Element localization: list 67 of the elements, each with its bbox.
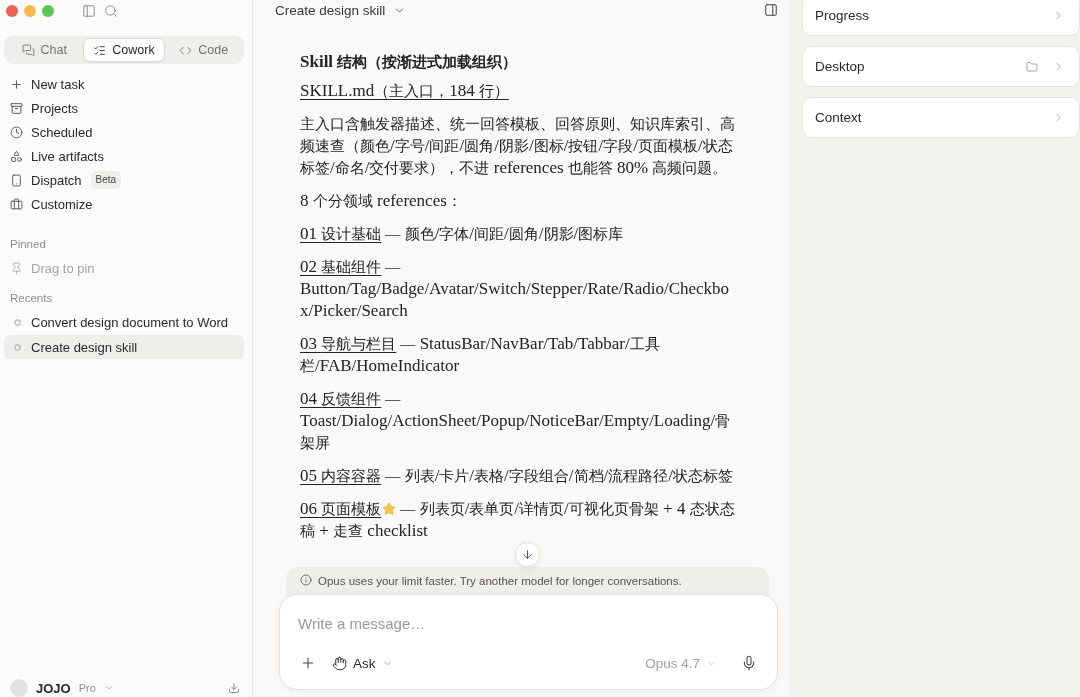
download-icon[interactable] — [228, 682, 240, 694]
nav-item[interactable]: Scheduled — [4, 120, 93, 144]
nav-item[interactable]: Projects — [4, 96, 78, 120]
reference-item: 05 内容容器 — 列表/卡片/表格/字段组合/简档/流程路径/状态标签 — [300, 465, 735, 487]
recent-task-item[interactable]: Create design skill — [4, 335, 244, 359]
account-name[interactable]: JOJO — [36, 680, 71, 696]
reference-link[interactable]: 05 内容容器 — [300, 467, 382, 484]
circle-icon — [14, 318, 21, 326]
microphone-icon — [741, 655, 757, 671]
plan-label: Pro — [78, 682, 96, 694]
reference-item: 01 设计基础 — 颜色/字体/间距/圆角/阴影/图标库 — [300, 223, 625, 245]
briefcase-icon — [10, 197, 23, 211]
arrow-down-icon — [521, 548, 534, 561]
reference-item: 02 基础组件 — Button/Tag/Badge/Avatar/Switch/Stepper/Rate/Radio/Checkbox/Picker/Search — [300, 256, 731, 322]
hand-icon — [332, 655, 347, 671]
section-label: Pinned — [9, 237, 47, 252]
reference-link[interactable]: 06 页面模板 — [300, 500, 397, 517]
scroll-down-button[interactable] — [515, 542, 540, 567]
plus-icon — [300, 655, 316, 671]
minimize-window-icon[interactable] — [24, 5, 36, 17]
pin-icon — [10, 261, 23, 275]
nav-item[interactable]: New task — [4, 72, 85, 96]
drag-to-pin-hint: Drag to pin — [31, 260, 95, 276]
circle-icon — [14, 343, 21, 351]
reference-link[interactable]: 03 导航与栏目 — [300, 335, 397, 352]
chevron-down-icon[interactable] — [103, 683, 114, 693]
panel-card[interactable]: Progress — [802, 0, 1080, 36]
feature-badge: Beta — [90, 171, 122, 189]
folder-icon — [1026, 60, 1038, 73]
conversation-title-button[interactable]: Create design skill — [275, 2, 407, 18]
section-label: Recents — [9, 291, 54, 306]
mode-dropdown[interactable]: Ask — [332, 655, 393, 671]
panel-card[interactable]: Desktop — [802, 46, 1080, 87]
plus-icon — [10, 77, 23, 91]
panel-layout-icon[interactable] — [82, 4, 96, 18]
panel-layout-icon[interactable] — [764, 3, 778, 17]
paragraph: 8 个分领域 references： — [300, 190, 463, 212]
mode-tab[interactable]: Code — [165, 38, 242, 62]
phone-icon — [10, 173, 23, 187]
info-icon — [300, 574, 312, 586]
paragraph: 主入口含触发器描述、统一回答模板、回答原则、知识库索引、高频速查（颜色/字号/间距/圆角/阴影/图标/按钮/字段/页面模板/状态标签/命名/交付要求），不进 references 也能答 80% 高频问题。 — [300, 114, 736, 179]
message-composer[interactable]: Write a message… Ask Opus 4.7 — [279, 594, 778, 690]
mode-tab[interactable]: Chat — [6, 38, 83, 62]
clock-icon — [10, 125, 23, 139]
search-icon[interactable] — [104, 4, 118, 18]
reference-link[interactable]: 04 反馈组件 — [300, 390, 382, 407]
nav-item[interactable]: Live artifacts — [4, 144, 104, 168]
chat-bubbles-icon — [21, 43, 35, 57]
reference-link[interactable]: 01 设计基础 — [300, 225, 382, 242]
reference-item: 03 导航与栏目 — StatusBar/NavBar/Tab/Tabbar/工具栏/FAB/HomeIndicator — [300, 333, 661, 377]
recent-task-item[interactable]: Convert design document to Word — [4, 310, 244, 334]
message-input[interactable]: Write a message… — [298, 609, 759, 637]
mode-tab[interactable]: Cowork — [82, 38, 166, 62]
section-heading: Skill 结构（按渐进式加载组织） — [300, 51, 519, 73]
nav-item[interactable]: Dispatch — [4, 168, 82, 192]
close-window-icon[interactable] — [6, 5, 18, 17]
nav-item[interactable]: Customize — [4, 192, 93, 216]
panel-card[interactable]: Context — [802, 97, 1080, 138]
reference-item: 04 反馈组件 — Toast/Dialog/ActionSheet/Popup/NoticeBar/Empty/Loading/骨架屏 — [300, 388, 732, 453]
file-link[interactable]: SKILL.md（主入口，184 行） — [300, 82, 509, 99]
checklist-icon — [93, 43, 107, 57]
maximize-window-icon[interactable] — [42, 5, 54, 17]
archive-box-icon — [10, 101, 23, 115]
reference-link[interactable]: 02 基础组件 — [300, 258, 382, 275]
shapes-icon — [10, 149, 23, 163]
reference-item: 06 页面模板 — 列表页/表单页/详情页/可视化页骨架 + 4 态状态稿 + 走查 checklist — [300, 498, 736, 542]
notice-text: Opus uses your limit faster. Try another model for longer conversations. — [318, 574, 682, 588]
